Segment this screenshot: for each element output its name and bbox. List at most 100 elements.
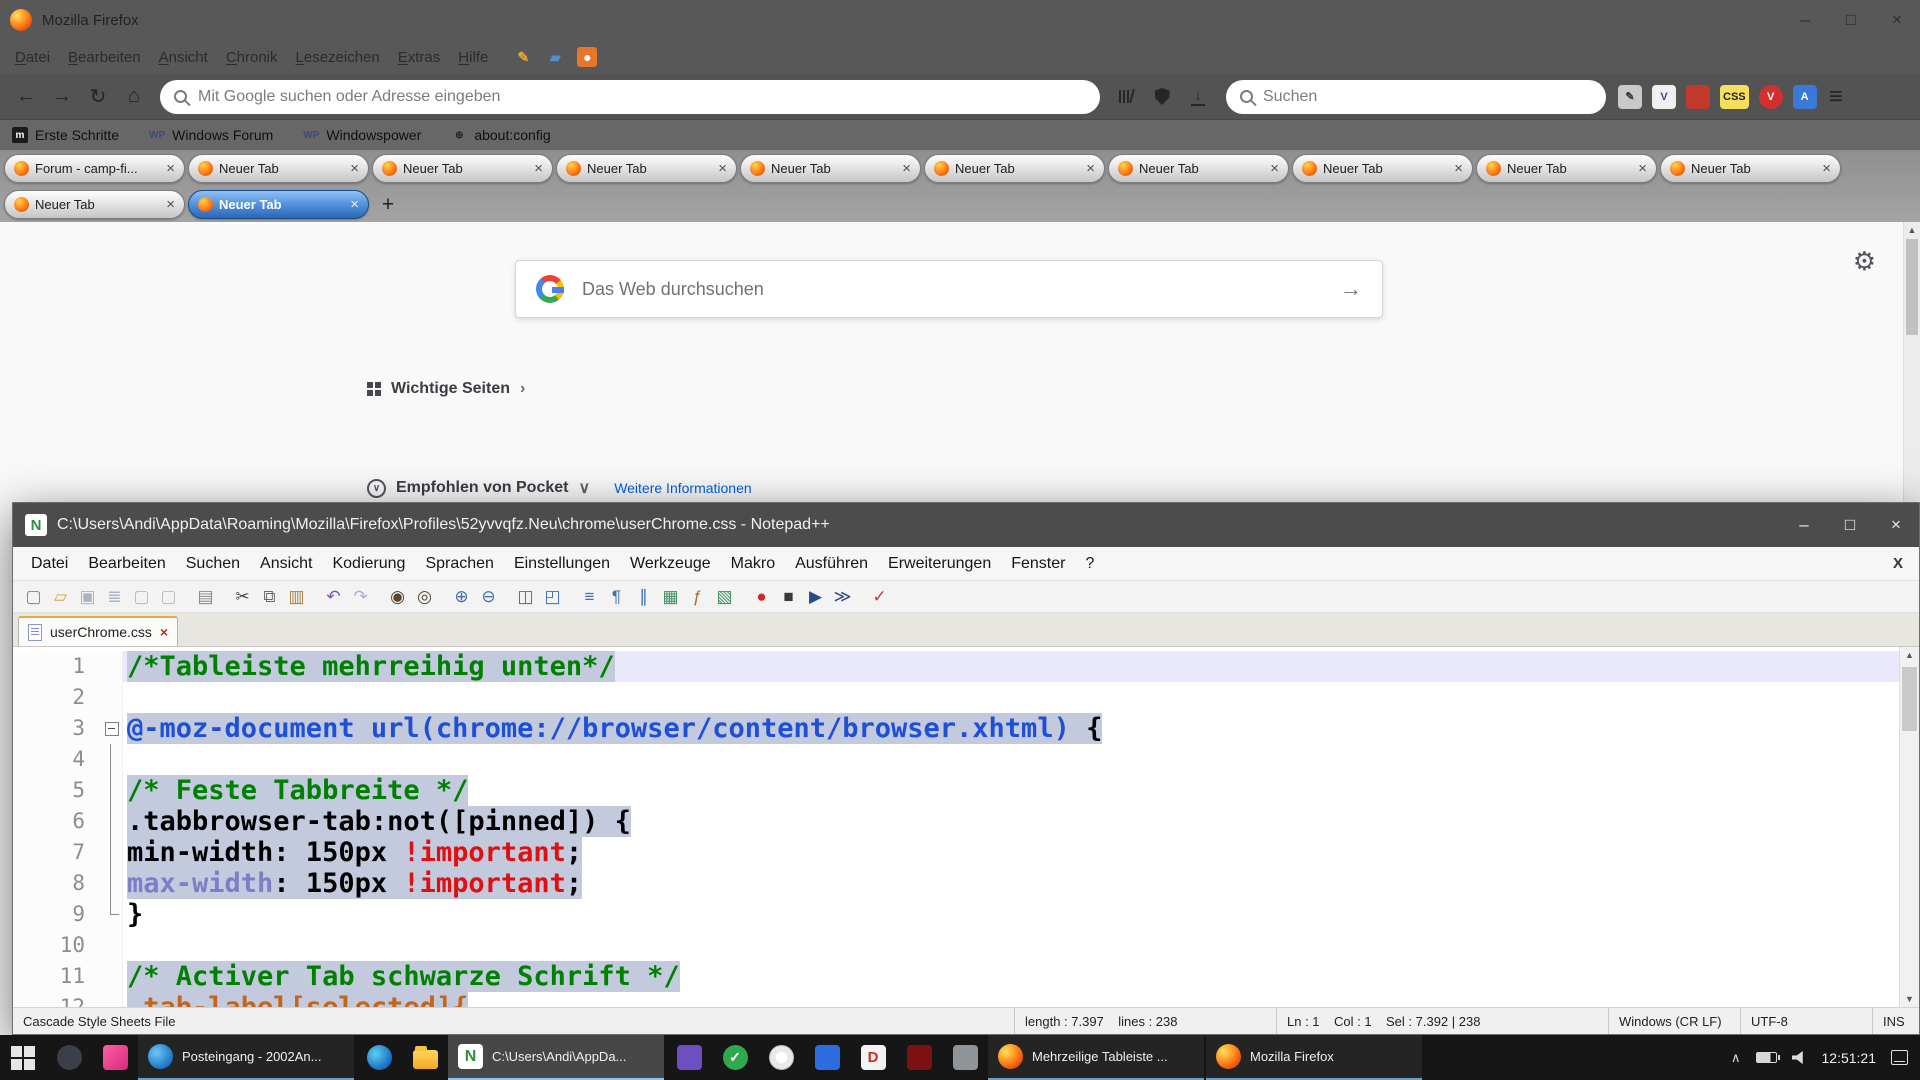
bookmark-item[interactable]: WPWindowspower [303,127,421,143]
gear-icon[interactable]: ⚙ [1853,246,1876,277]
back-button[interactable]: ← [10,81,42,113]
firefox-tab[interactable]: Neuer Tab× [924,154,1105,183]
code-line[interactable]: } [123,899,1899,930]
folder-menu-icon[interactable]: ▰ [545,47,565,67]
editor-scrollbar[interactable]: ▲ ▼ [1899,647,1919,1007]
bookmark-item[interactable]: WPWindows Forum [149,127,273,143]
new-file-icon[interactable]: ▢ [21,584,46,609]
firefox-tab[interactable]: Neuer Tab× [4,190,185,219]
firefox-taskbar-button[interactable]: Mozilla Firefox [1206,1035,1422,1080]
firefox-tab[interactable]: Neuer Tab× [188,154,369,183]
app-icon-blue[interactable] [804,1035,850,1080]
code-line[interactable]: max-width: 150px !important; [123,868,1899,899]
red-notebook-extension-icon[interactable] [1686,85,1710,109]
tab-close-icon[interactable]: × [160,624,168,640]
minimize-button[interactable]: – [1782,0,1828,40]
close-button[interactable]: × [1874,0,1920,40]
menu-icon[interactable]: ≡ [1829,83,1843,111]
firefox-tab[interactable]: Forum - camp-fi...× [4,154,185,183]
npp-menu-fenster[interactable]: Fenster [1001,551,1075,577]
save-all-icon[interactable]: ≣ [102,584,127,609]
top-sites-section-header[interactable]: Wichtige Seiten › [367,380,525,398]
npp-menu-werkzeuge[interactable]: Werkzeuge [620,551,721,577]
firefox-taskbar-button-mehrzeilige[interactable]: Mehrzeilige Tableiste ... [988,1035,1204,1080]
maximize-button[interactable]: □ [1827,503,1873,547]
code-line[interactable]: .tab-label[selected]{ [123,992,1899,1007]
antivirus-icon[interactable] [712,1035,758,1080]
css-extension-icon[interactable]: CSS [1720,85,1749,109]
tab-close-icon[interactable]: × [1086,160,1095,177]
scrollbar-thumb[interactable] [1902,667,1917,731]
tab-close-icon[interactable]: × [1822,160,1831,177]
code-line[interactable] [123,744,1899,775]
scrollbar-thumb[interactable] [1906,239,1918,335]
npp-menu-bearbeiten[interactable]: Bearbeiten [78,551,175,577]
save-icon[interactable]: ▣ [75,584,100,609]
firefox-tab-active[interactable]: Neuer Tab× [188,190,369,219]
find-icon[interactable]: ◉ [385,584,410,609]
code-line[interactable] [123,930,1899,961]
firefox-menu-extras[interactable]: Extras [389,45,450,70]
firefox-tab[interactable]: Neuer Tab× [1108,154,1289,183]
volume-icon[interactable] [1792,1051,1807,1064]
notes-extension-icon[interactable]: ✎ [1618,85,1642,109]
forward-button[interactable]: → [46,81,78,113]
firefox-tab[interactable]: Neuer Tab× [372,154,553,183]
newtab-search-box[interactable]: Das Web durchsuchen → [515,260,1383,318]
sync-v-icon[interactable]: ◫ [513,584,538,609]
note-menu-icon[interactable]: ✎ [513,47,533,67]
pocket-learn-more-link[interactable]: Weitere Informationen [614,480,751,496]
firefox-menu-bearbeiten[interactable]: Bearbeiten [59,45,150,70]
tab-close-icon[interactable]: × [166,160,175,177]
zoom-out-icon[interactable]: ⊖ [476,584,501,609]
pocket-section-header[interactable]: ∨ Empfohlen von Pocket ∨ Weitere Informa… [367,478,752,498]
stop-macro-icon[interactable]: ■ [776,584,801,609]
translate-extension-icon[interactable]: A [1793,85,1817,109]
npp-menu-help[interactable]: ? [1075,551,1104,577]
firefox-tab[interactable]: Neuer Tab× [740,154,921,183]
function-list-icon[interactable]: ƒ [685,584,710,609]
npp-menu-erweiterungen[interactable]: Erweiterungen [878,551,1001,577]
tab-close-icon[interactable]: × [350,160,359,177]
close-all-icon[interactable]: ▢ [156,584,181,609]
tab-close-icon[interactable]: × [1270,160,1279,177]
document-tab-userchrome[interactable]: userChrome.css × [18,616,178,646]
npp-menu-makro[interactable]: Makro [721,551,785,577]
replace-icon[interactable]: ◎ [412,584,437,609]
library-button[interactable] [1110,81,1142,113]
tab-close-icon[interactable]: × [1454,160,1463,177]
firefox-tab[interactable]: Neuer Tab× [556,154,737,183]
start-button[interactable] [0,1035,46,1080]
tab-close-icon[interactable]: × [1638,160,1647,177]
menubar-close-icon[interactable]: X [1893,555,1903,572]
code-line[interactable]: min-width: 150px !important; [123,837,1899,868]
sync-h-icon[interactable]: ◰ [540,584,565,609]
undo-icon[interactable]: ↶ [321,584,346,609]
code-line[interactable]: @-moz-document url(chrome://browser/cont… [123,713,1899,744]
npp-menu-suchen[interactable]: Suchen [176,551,250,577]
battery-icon[interactable] [1756,1052,1777,1063]
maximize-button[interactable]: □ [1828,0,1874,40]
action-center-icon[interactable] [1891,1050,1908,1065]
bookmark-item[interactable]: mErste Schritte [12,127,119,143]
show-all-chars-icon[interactable]: ¶ [604,584,629,609]
app-icon-d[interactable] [850,1035,896,1080]
play-multi-icon[interactable]: ≫ [830,584,855,609]
address-bar[interactable]: Mit Google suchen oder Adresse eingeben [160,80,1100,114]
play-macro-icon[interactable]: ▶ [803,584,828,609]
code-line[interactable]: .tabbrowser-tab:not([pinned]) { [123,806,1899,837]
paste-icon[interactable]: ▥ [284,584,309,609]
redo-icon[interactable]: ↷ [348,584,373,609]
tray-chevron-icon[interactable]: ∧ [1731,1050,1741,1066]
record-macro-icon[interactable]: ● [749,584,774,609]
bookmark-item[interactable]: ⊕about:config [451,127,550,143]
firefox-menu-lesezeichen[interactable]: Lesezeichen [287,45,389,70]
fold-toggle-icon[interactable] [99,713,123,744]
app-icon-dark[interactable] [46,1035,92,1080]
minimize-button[interactable]: – [1781,503,1827,547]
scroll-up-icon[interactable]: ▲ [1904,222,1920,238]
search-bar[interactable]: Suchen [1226,80,1606,114]
reload-button[interactable]: ↻ [82,81,114,113]
downloads-button[interactable]: ↓ [1182,81,1214,113]
firefox-menu-datei[interactable]: Datei [6,45,59,70]
